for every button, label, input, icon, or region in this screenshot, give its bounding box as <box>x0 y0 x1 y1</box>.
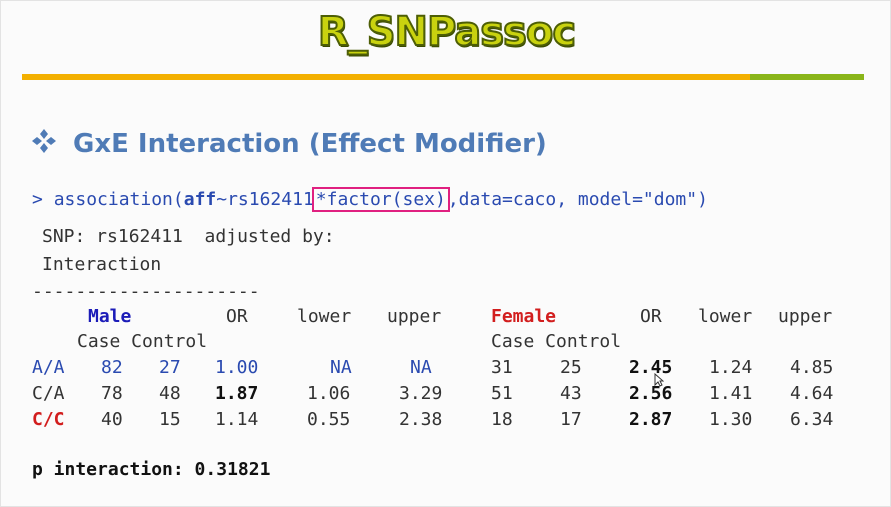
female-control-value: 25 <box>560 357 582 378</box>
male-control-value: 48 <box>159 383 181 404</box>
female-case-control-header: Case Control <box>491 331 622 352</box>
output-separator: --------------------- <box>32 281 260 302</box>
genotype-label: C/A <box>32 383 65 404</box>
output-snp-line: SNP: rs162411 adjusted by: <box>42 226 335 247</box>
p-interaction-line: p interaction: 0.31821 <box>32 459 271 480</box>
genotype-label: A/A <box>32 357 65 378</box>
female-upper-header: upper <box>778 306 833 327</box>
male-upper-value: 2.38 <box>399 409 443 430</box>
male-lower-header: lower <box>297 306 352 327</box>
male-control-value: 15 <box>159 409 181 430</box>
male-case-control-header: Case Control <box>77 331 208 352</box>
section-heading: GxE Interaction (Effect Modifier) <box>31 128 547 161</box>
male-or-value: 1.87 <box>215 383 259 404</box>
female-control-value: 43 <box>560 383 582 404</box>
male-case-value: 78 <box>101 383 123 404</box>
female-group-label: Female <box>491 306 557 327</box>
female-upper-value: 4.64 <box>790 383 834 404</box>
output-adjust-line: Interaction <box>42 254 162 275</box>
female-lower-header: lower <box>698 306 753 327</box>
male-control-value: 27 <box>159 357 181 378</box>
female-upper-value: 4.85 <box>790 357 834 378</box>
female-or-value: 2.56 <box>629 383 673 404</box>
female-or-value: 2.45 <box>629 357 673 378</box>
female-case-value: 18 <box>491 409 513 430</box>
male-upper-header: upper <box>387 306 442 327</box>
snp-term: ~rs162411 <box>216 189 314 210</box>
response-variable: aff <box>183 189 217 210</box>
male-lower-value: 0.55 <box>307 409 351 430</box>
male-upper-value: NA <box>410 357 432 378</box>
interaction-term-highlight: *factor(sex) <box>311 187 450 212</box>
male-lower-value: 1.06 <box>307 383 351 404</box>
four-diamond-bullet-icon <box>31 128 61 161</box>
female-case-value: 31 <box>491 357 513 378</box>
function-name: association( <box>53 189 184 210</box>
title-rule-orange <box>22 74 750 80</box>
male-case-value: 82 <box>101 357 123 378</box>
female-control-value: 17 <box>560 409 582 430</box>
female-or-value: 2.87 <box>629 409 673 430</box>
female-lower-value: 1.30 <box>709 409 753 430</box>
slide-title: R_SNPassoc <box>317 8 577 56</box>
male-or-value: 1.14 <box>215 409 259 430</box>
female-upper-value: 6.34 <box>790 409 834 430</box>
male-or-header: OR <box>226 306 248 327</box>
female-case-value: 51 <box>491 383 513 404</box>
genotype-label: C/C <box>32 409 65 430</box>
female-lower-value: 1.24 <box>709 357 753 378</box>
r-command-line: > association(aff~rs162411 *factor(sex) ,d… <box>32 187 708 212</box>
title-rule-green <box>750 74 864 80</box>
r-prompt: > <box>32 189 43 210</box>
female-or-header: OR <box>640 306 662 327</box>
slide: R_SNPassoc GxE Interaction (Effect Modif… <box>0 0 891 507</box>
male-group-label: Male <box>88 306 132 327</box>
section-heading-text: GxE Interaction (Effect Modifier) <box>73 129 547 159</box>
mouse-cursor-icon <box>654 372 665 387</box>
female-lower-value: 1.41 <box>709 383 753 404</box>
male-case-value: 40 <box>101 409 123 430</box>
arguments: ,data=caco, model="dom") <box>447 189 708 210</box>
male-or-value: 1.00 <box>215 357 259 378</box>
male-upper-value: 3.29 <box>399 383 443 404</box>
male-lower-value: NA <box>330 357 352 378</box>
